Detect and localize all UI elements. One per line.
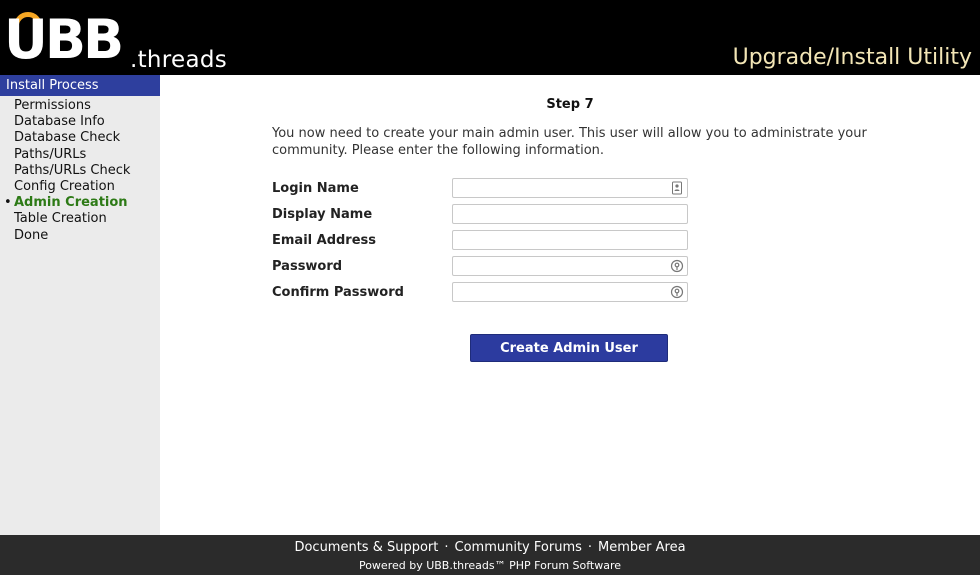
- password-label: Password: [272, 259, 343, 274]
- page-title: Upgrade/Install Utility: [732, 45, 972, 70]
- sidebar-item-label: Admin Creation: [14, 195, 128, 211]
- sidebar: Install Process Permissions Database Inf…: [0, 75, 160, 535]
- email-address-label: Email Address: [272, 233, 377, 248]
- sidebar-item-paths-urls-check: Paths/URLs Check: [14, 162, 131, 178]
- password-row: Password: [272, 256, 692, 278]
- sidebar-item-database-info: Database Info: [14, 114, 105, 130]
- member-area-link[interactable]: Member Area: [598, 540, 686, 555]
- sidebar-item-database-check: Database Check: [14, 130, 121, 146]
- current-step-marker: •: [4, 195, 12, 211]
- footer-separator: ·: [444, 540, 449, 555]
- ubb-threads-logo: UBB .threads: [4, 2, 244, 74]
- login-name-label: Login Name: [272, 181, 359, 196]
- sidebar-item-paths-urls: Paths/URLs: [14, 146, 87, 162]
- sidebar-item-permissions: Permissions: [14, 98, 91, 113]
- display-name-row: Display Name: [272, 204, 692, 226]
- intro-text: You now need to create your main admin u…: [272, 126, 867, 158]
- footer: Documents & Support · Community Forums · Mem…: [0, 535, 980, 575]
- password-key-icon[interactable]: [670, 259, 684, 273]
- sidebar-item-table-creation: Table Creation: [14, 211, 107, 227]
- powered-by-text: Powered by UBB.threads™ PHP Forum Softwa…: [358, 559, 622, 572]
- footer-separator: ·: [587, 540, 593, 555]
- sidebar-item-done: Done: [14, 227, 49, 243]
- login-name-row: Login Name: [272, 178, 692, 200]
- install-steps-list: Permissions Database Info Database Check…: [0, 98, 160, 244]
- sidebar-item-config-creation: Config Creation: [14, 179, 115, 195]
- footer-links: Documents & Support · Community Forums · Mem…: [0, 539, 980, 557]
- display-name-label: Display Name: [272, 207, 373, 222]
- confirm-password-row: Confirm Password: [272, 282, 692, 304]
- password-input[interactable]: [452, 256, 688, 276]
- email-address-row: Email Address: [272, 230, 692, 252]
- documents-support-link[interactable]: Documents & Support: [294, 540, 438, 555]
- logo-threads-text: .threads: [130, 47, 228, 73]
- confirm-password-label: Confirm Password: [272, 285, 404, 300]
- create-admin-user-account-button[interactable]: Create Admin User Account: [470, 334, 668, 382]
- contact-card-icon[interactable]: [670, 181, 684, 195]
- step-title: Step 7: [546, 97, 594, 112]
- community-forums-link[interactable]: Community Forums: [455, 540, 582, 555]
- main-content: Step 7 You now need to create your main …: [160, 75, 980, 535]
- logo-ubb-text: UBB: [4, 8, 124, 71]
- display-name-input[interactable]: [452, 204, 688, 224]
- email-address-input[interactable]: [452, 230, 688, 250]
- confirm-password-input[interactable]: [452, 282, 688, 302]
- header-bar: UBB .threads Upgrade/Install Utility: [0, 0, 980, 75]
- sidebar-heading: Install Process: [0, 75, 160, 96]
- sidebar-item-admin-creation: • Admin Creation: [0, 195, 160, 211]
- login-name-input[interactable]: [452, 178, 688, 198]
- password-key-icon[interactable]: [670, 285, 684, 299]
